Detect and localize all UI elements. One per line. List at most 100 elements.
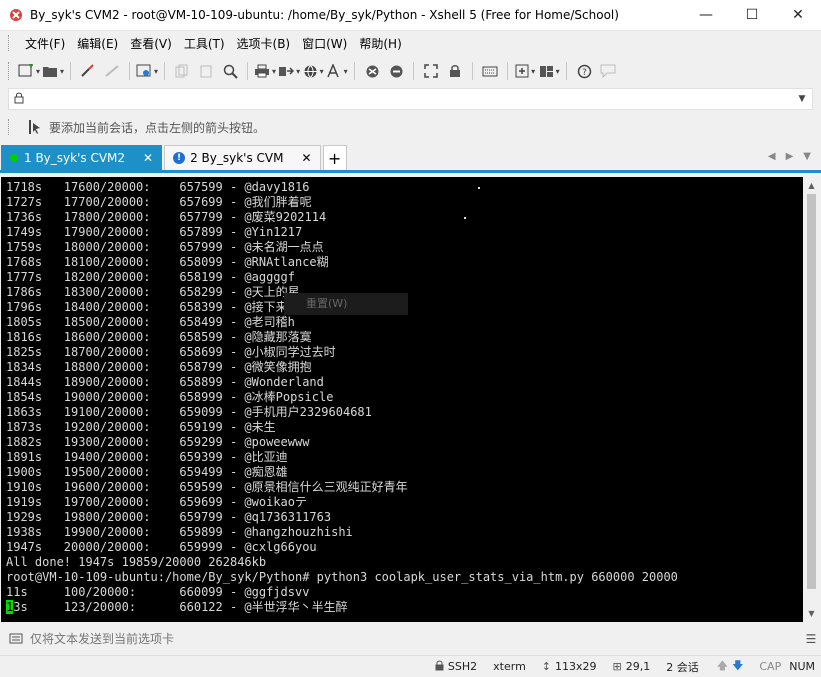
toolbar-separator — [413, 62, 415, 80]
compose-input[interactable] — [30, 632, 801, 646]
tab-label: 1 By_syk's CVM2 — [24, 151, 126, 165]
terminal-line: 1891s 19400/20000: 659399 - @比亚迪 — [6, 450, 288, 464]
menu-icon[interactable]: ☰ — [801, 632, 821, 646]
menu-edit[interactable]: 编辑(E) — [71, 35, 124, 52]
tab-session-1[interactable]: 1 By_syk's CVM2 ✕ — [1, 145, 163, 170]
status-caps-lock: CAP — [759, 660, 782, 673]
add-session-arrow-icon[interactable] — [27, 119, 43, 135]
terminal-line: 1727s 17700/20000: 657699 - @我们胖着呢 — [6, 195, 312, 209]
resize-icon: ↕ — [541, 660, 552, 673]
new-tab-icon[interactable] — [514, 60, 536, 82]
scrollbar-thumb[interactable] — [807, 194, 816, 589]
terminal-line: 1718s 17600/20000: 657599 - @davy1816 — [6, 180, 310, 194]
address-input[interactable] — [29, 89, 792, 109]
terminal-line: 1736s 17800/20000: 657799 - @废菜9202114 — [6, 210, 327, 224]
minimize-button[interactable]: — — [683, 0, 729, 31]
terminal-line: 1938s 19900/20000: 659899 - @hangzhouzhi… — [6, 525, 353, 539]
ghost-context-menu: 重置(W) — [284, 293, 408, 315]
disconnect-icon[interactable] — [101, 60, 123, 82]
lock-icon[interactable] — [444, 60, 466, 82]
scrollbar-track[interactable] — [803, 194, 820, 605]
terminal-scrollbar[interactable]: ▲ ▼ — [803, 177, 820, 622]
print-icon[interactable] — [254, 60, 276, 82]
size-label: 113x29 — [555, 660, 597, 673]
stray-dot — [464, 217, 466, 219]
fullscreen-icon[interactable] — [420, 60, 442, 82]
menu-tools[interactable]: 工具(T) — [178, 35, 231, 52]
open-folder-icon[interactable] — [42, 60, 64, 82]
xshell-app-icon[interactable] — [8, 7, 24, 23]
transfer-icon[interactable] — [278, 60, 300, 82]
chat-icon[interactable] — [597, 60, 619, 82]
cursor-position-icon: ⊞ — [612, 660, 622, 673]
toolbar-separator — [164, 62, 166, 80]
terminal-line: 1825s 18700/20000: 658699 - @小椒同学过去时 — [6, 345, 336, 359]
menu-grip[interactable] — [8, 35, 11, 51]
keyboard-icon[interactable] — [479, 60, 501, 82]
chevron-down-icon[interactable]: ▼ — [792, 94, 812, 104]
terminal-line: 1834s 18800/20000: 658799 - @微笑像拥抱 — [6, 360, 312, 374]
tab-navigation: ◀ ▶ ▼ — [768, 151, 811, 162]
terminal-line: 1900s 19500/20000: 659499 - @痴恩雄 — [6, 465, 288, 479]
connected-status-icon — [10, 154, 18, 162]
font-icon[interactable] — [326, 60, 348, 82]
copy-icon[interactable] — [171, 60, 193, 82]
help-icon[interactable]: ? — [573, 60, 595, 82]
new-session-icon[interactable] — [18, 60, 40, 82]
terminal-output[interactable]: 1718s 17600/20000: 657599 - @davy1816 17… — [1, 177, 803, 622]
xshell-logo-icon[interactable] — [385, 60, 407, 82]
reconnect-icon[interactable] — [77, 60, 99, 82]
cursor-label: 29,1 — [625, 660, 651, 673]
chevron-down-icon[interactable]: ▼ — [803, 151, 811, 162]
scroll-down-icon[interactable]: ▼ — [803, 605, 820, 622]
links-hint: 要添加当前会话，点击左侧的箭头按钮。 — [49, 120, 266, 135]
toolbar-separator — [70, 62, 72, 80]
compose-keyboard-icon[interactable] — [8, 631, 24, 647]
toolbar-grip[interactable] — [8, 62, 11, 80]
status-num-lock: NUM — [789, 660, 815, 673]
terminal-line: 1777s 18200/20000: 658199 - @aggggf — [6, 270, 295, 284]
terminal-line: 1910s 19600/20000: 659599 - @原景相信什么三观纯正好… — [6, 480, 408, 494]
menu-help[interactable]: 帮助(H) — [353, 35, 407, 52]
toolbar-separator — [129, 62, 131, 80]
menu-file[interactable]: 文件(F) — [19, 35, 71, 52]
menu-bar: 文件(F) 编辑(E) 查看(V) 工具(T) 选项卡(B) 窗口(W) 帮助(… — [0, 31, 821, 55]
terminal-line: 11s 100/20000: 660099 - @ggfjdsvv — [6, 585, 310, 599]
maximize-button[interactable]: ☐ — [729, 0, 775, 31]
tab-bar: 1 By_syk's CVM2 ✕ ! 2 By_syk's CVM ✕ + ◀… — [0, 145, 821, 173]
toolbar: ? — [0, 55, 821, 87]
menu-tabs[interactable]: 选项卡(B) — [231, 35, 297, 52]
status-size: ↕ 113x29 — [542, 660, 597, 673]
status-bar: SSH2 xterm ↕ 113x29 ⊞ 29,1 2 会话 🡅 🡇 CAP … — [0, 655, 821, 677]
terminal-line: 1805s 18500/20000: 658499 - @老司稽h — [6, 315, 295, 329]
terminal-line: 1759s 18000/20000: 657999 - @未名湖一点点 — [6, 240, 324, 254]
menu-window[interactable]: 窗口(W) — [296, 35, 353, 52]
close-button[interactable]: ✕ — [775, 0, 821, 31]
terminal-line: 1816s 18600/20000: 658599 - @隐藏那落寞 — [6, 330, 312, 344]
new-tab-button[interactable]: + — [322, 145, 347, 170]
terminal-line: 1844s 18900/20000: 658899 - @Wonderland — [6, 375, 324, 389]
info-icon: ! — [173, 152, 186, 164]
terminal-line: 1863s 19100/20000: 659099 - @手机用户2329604… — [6, 405, 372, 419]
chevron-right-icon[interactable]: ▶ — [786, 151, 794, 162]
properties-icon[interactable] — [136, 60, 158, 82]
tab-session-2[interactable]: ! 2 By_syk's CVM ✕ — [164, 145, 321, 170]
close-icon[interactable]: ✕ — [302, 151, 312, 165]
paste-icon[interactable] — [195, 60, 217, 82]
layout-icon[interactable] — [538, 60, 560, 82]
status-terminal-type: xterm — [493, 660, 526, 673]
lock-icon — [435, 660, 444, 674]
find-icon[interactable] — [219, 60, 241, 82]
upload-arrow-icon: 🡅 — [716, 659, 729, 672]
xftp-icon[interactable] — [361, 60, 383, 82]
scroll-up-icon[interactable]: ▲ — [803, 177, 820, 194]
links-grip[interactable] — [8, 119, 11, 135]
menu-view[interactable]: 查看(V) — [124, 35, 178, 52]
chevron-left-icon[interactable]: ◀ — [768, 151, 776, 162]
stray-dot — [478, 187, 480, 189]
terminal-line: 1919s 19700/20000: 659699 - @woikaoテ — [6, 495, 307, 509]
globe-icon[interactable] — [302, 60, 324, 82]
title-bar: By_syk's CVM2 - root@VM-10-109-ubuntu: /… — [0, 0, 821, 31]
terminal-line: All done! 1947s 19859/20000 262846kb — [6, 555, 267, 569]
close-icon[interactable]: ✕ — [143, 151, 153, 165]
